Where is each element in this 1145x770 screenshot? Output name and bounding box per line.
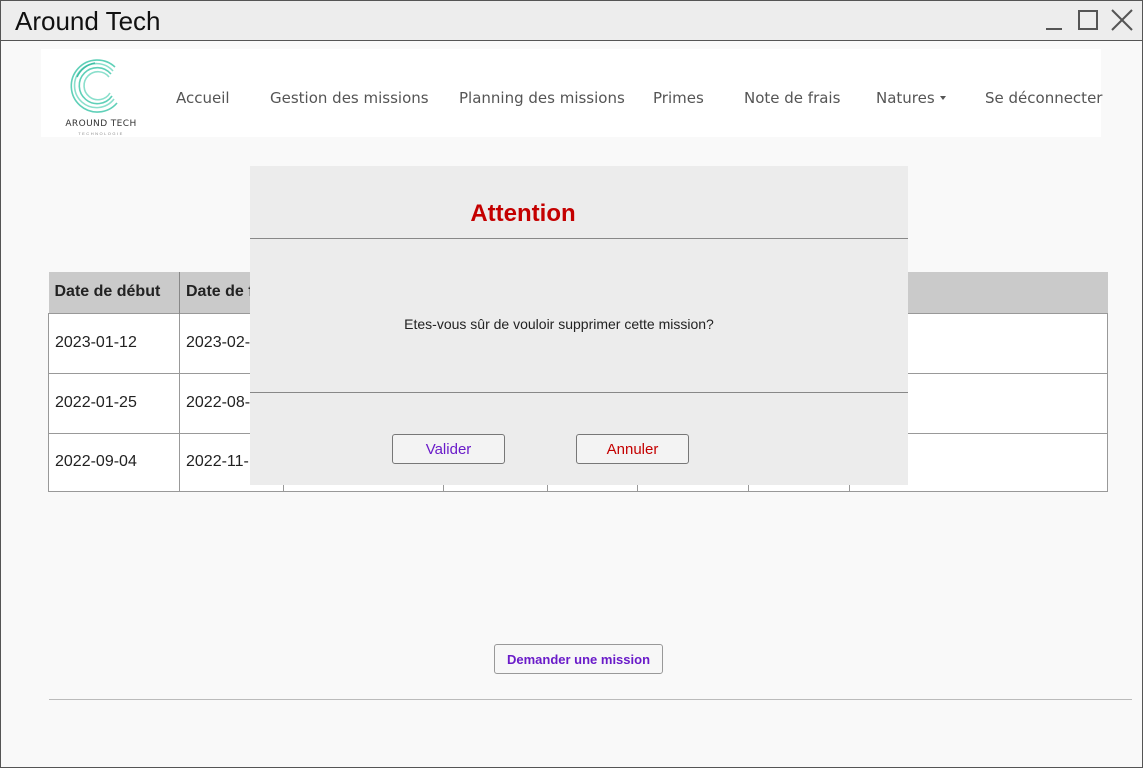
nav-logout[interactable]: Se déconnecter (985, 89, 1102, 107)
nav-natures-dropdown[interactable]: Natures (876, 89, 946, 107)
around-tech-logo[interactable]: AROUND TECH TECHNOLOGIE (59, 57, 139, 136)
modal-divider (250, 392, 908, 393)
table-cell: 2023-01-12 (48, 312, 180, 374)
table-cell: 2022-09-04 (48, 432, 180, 492)
col-header-date-debut: Date de début (48, 272, 180, 313)
modal-title: Attention (470, 200, 576, 227)
nav-accueil[interactable]: Accueil (176, 89, 230, 107)
nav-natures-label: Natures (876, 89, 935, 107)
window-controls (1042, 7, 1134, 33)
window-title: Around Tech (15, 6, 161, 36)
confirm-delete-modal: Attention Etes-vous sûr de vouloir suppr… (250, 166, 908, 485)
table-cell: 2022-01-25 (48, 372, 180, 434)
cancel-button[interactable]: Annuler (576, 434, 689, 464)
request-mission-button[interactable]: Demander une mission (494, 644, 663, 674)
close-icon[interactable] (1110, 7, 1134, 33)
nav-gestion-missions[interactable]: Gestion des missions (270, 89, 429, 107)
logo-text: AROUND TECH (65, 119, 137, 129)
modal-divider (250, 238, 908, 239)
confirm-button[interactable]: Valider (392, 434, 505, 464)
app-window: Around Tech AROUND TECH TECHNOLOGIE Accu… (0, 0, 1143, 768)
minimize-icon[interactable] (1042, 7, 1066, 33)
nav-primes[interactable]: Primes (653, 89, 704, 107)
footer-divider (49, 699, 1132, 700)
logo-swirl-icon (70, 59, 118, 113)
nav-planning-missions[interactable]: Planning des missions (459, 89, 625, 107)
title-bar: Around Tech (1, 1, 1142, 41)
nav-note-de-frais[interactable]: Note de frais (744, 89, 840, 107)
navbar: AROUND TECH TECHNOLOGIE Accueil Gestion … (41, 49, 1102, 137)
maximize-icon[interactable] (1076, 7, 1100, 33)
caret-down-icon (939, 96, 946, 100)
modal-message: Etes-vous sûr de vouloir supprimer cette… (404, 316, 714, 332)
logo-subtext: TECHNOLOGIE (78, 131, 124, 136)
